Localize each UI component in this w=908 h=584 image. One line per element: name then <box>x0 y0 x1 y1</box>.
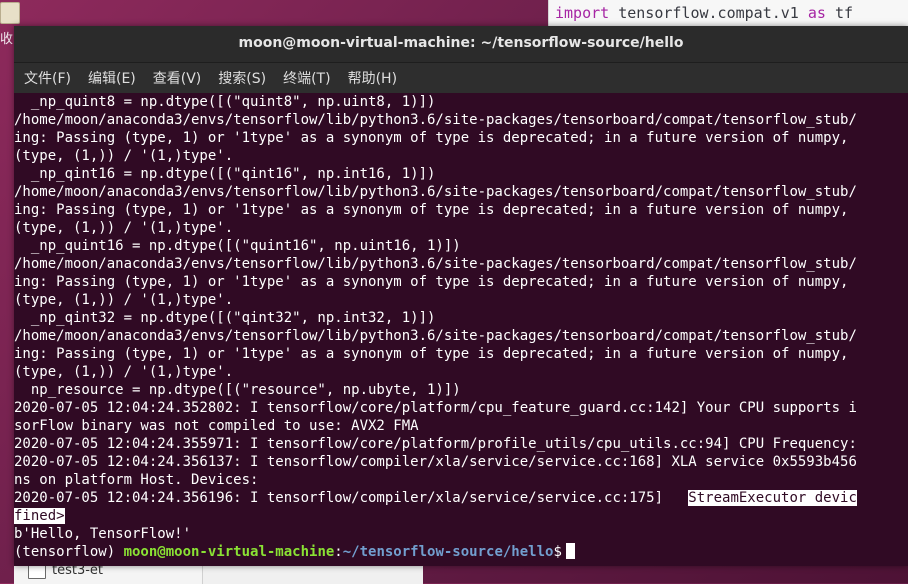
output-line: 2020-07-05 12:04:24.356196: I tensorflow… <box>14 489 908 507</box>
menu-terminal[interactable]: 终端(T) <box>283 68 330 88</box>
output-line: ing: Passing (type, 1) or '1type' as a s… <box>14 346 857 362</box>
output-line: b'Hello, TensorFlow!' <box>14 526 192 542</box>
output-line: 2020-07-05 12:04:24.356137: I tensorflow… <box>14 454 857 470</box>
selected-text-continued[interactable]: fined> <box>14 508 65 524</box>
conda-env: (tensorflow) <box>14 544 124 560</box>
output-line: ing: Passing (type, 1) or '1type' as a s… <box>14 274 857 290</box>
output-line: /home/moon/anaconda3/envs/tensorflow/lib… <box>14 328 857 344</box>
shell-prompt[interactable]: (tensorflow) moon@moon-virtual-machine:~… <box>14 543 908 561</box>
menu-search[interactable]: 搜索(S) <box>218 68 266 88</box>
output-line: (type, (1,)) / '(1,)type'. <box>14 292 234 308</box>
output-line: _np_qint32 = np.dtype([("qint32", np.int… <box>14 310 436 326</box>
menu-edit[interactable]: 编辑(E) <box>88 68 136 88</box>
text-cursor <box>565 543 575 559</box>
output-line: (type, (1,)) / '(1,)type'. <box>14 220 234 236</box>
selected-text[interactable]: StreamExecutor devic <box>688 490 857 506</box>
output-line: ing: Passing (type, 1) or '1type' as a s… <box>14 130 857 146</box>
output-line: np_resource = np.dtype([("resource", np.… <box>14 382 461 398</box>
output-line: 2020-07-05 12:04:24.352802: I tensorflow… <box>14 400 857 416</box>
desktop-icon-label: 收 <box>0 32 14 47</box>
menu-view[interactable]: 查看(V) <box>153 68 202 88</box>
title-bar[interactable]: moon@moon-virtual-machine: ~/tensorflow-… <box>14 26 908 63</box>
alias-name: tf <box>825 4 854 22</box>
menu-help[interactable]: 帮助(H) <box>348 68 397 88</box>
terminal-output[interactable]: _np_quint8 = np.dtype([("quint8", np.uin… <box>14 93 908 566</box>
log-prefix: 2020-07-05 12:04:24.356196: I tensorflow… <box>14 490 689 506</box>
module-name: tensorflow.compat.v1 <box>609 4 808 22</box>
window-title: moon@moon-virtual-machine: ~/tensorflow-… <box>238 35 684 51</box>
folder-icon <box>28 565 46 579</box>
as-keyword: as <box>807 4 826 22</box>
output-line: _np_quint16 = np.dtype([("quint16", np.u… <box>14 238 461 254</box>
output-line: fined> <box>14 507 908 525</box>
output-line: sorFlow binary was not compiled to use: … <box>14 418 419 434</box>
output-line: 2020-07-05 12:04:24.355971: I tensorflow… <box>14 436 857 452</box>
prompt-colon: : <box>334 544 343 560</box>
terminal-window[interactable]: moon@moon-virtual-machine: ~/tensorflow-… <box>14 26 908 566</box>
output-line: (type, (1,)) / '(1,)type'. <box>14 148 234 164</box>
prompt-dollar: $ <box>553 544 562 560</box>
output-line: _np_qint16 = np.dtype([("qint16", np.int… <box>14 166 436 182</box>
output-line: /home/moon/anaconda3/envs/tensorflow/lib… <box>14 184 857 200</box>
output-line: _np_quint8 = np.dtype([("quint8", np.uin… <box>14 94 436 110</box>
prompt-path: ~/tensorflow-source/hello <box>342 544 554 560</box>
output-line: ns on platform Host. Devices: <box>14 472 259 488</box>
menu-file[interactable]: 文件(F) <box>24 68 71 88</box>
output-line: (type, (1,)) / '(1,)type'. <box>14 364 234 380</box>
desktop-trash-icon[interactable] <box>0 2 20 24</box>
background-editor-window: import tensorflow.compat.v1 as tf <box>548 0 908 26</box>
output-line: /home/moon/anaconda3/envs/tensorflow/lib… <box>14 112 857 128</box>
editor-code-line: import tensorflow.compat.v1 as tf <box>555 4 853 22</box>
prompt-user-host: moon@moon-virtual-machine <box>123 544 335 560</box>
menu-bar: 文件(F) 编辑(E) 查看(V) 搜索(S) 终端(T) 帮助(H) <box>14 63 908 93</box>
import-keyword: import <box>555 4 610 22</box>
output-line: /home/moon/anaconda3/envs/tensorflow/lib… <box>14 256 857 272</box>
output-line: ing: Passing (type, 1) or '1type' as a s… <box>14 202 857 218</box>
